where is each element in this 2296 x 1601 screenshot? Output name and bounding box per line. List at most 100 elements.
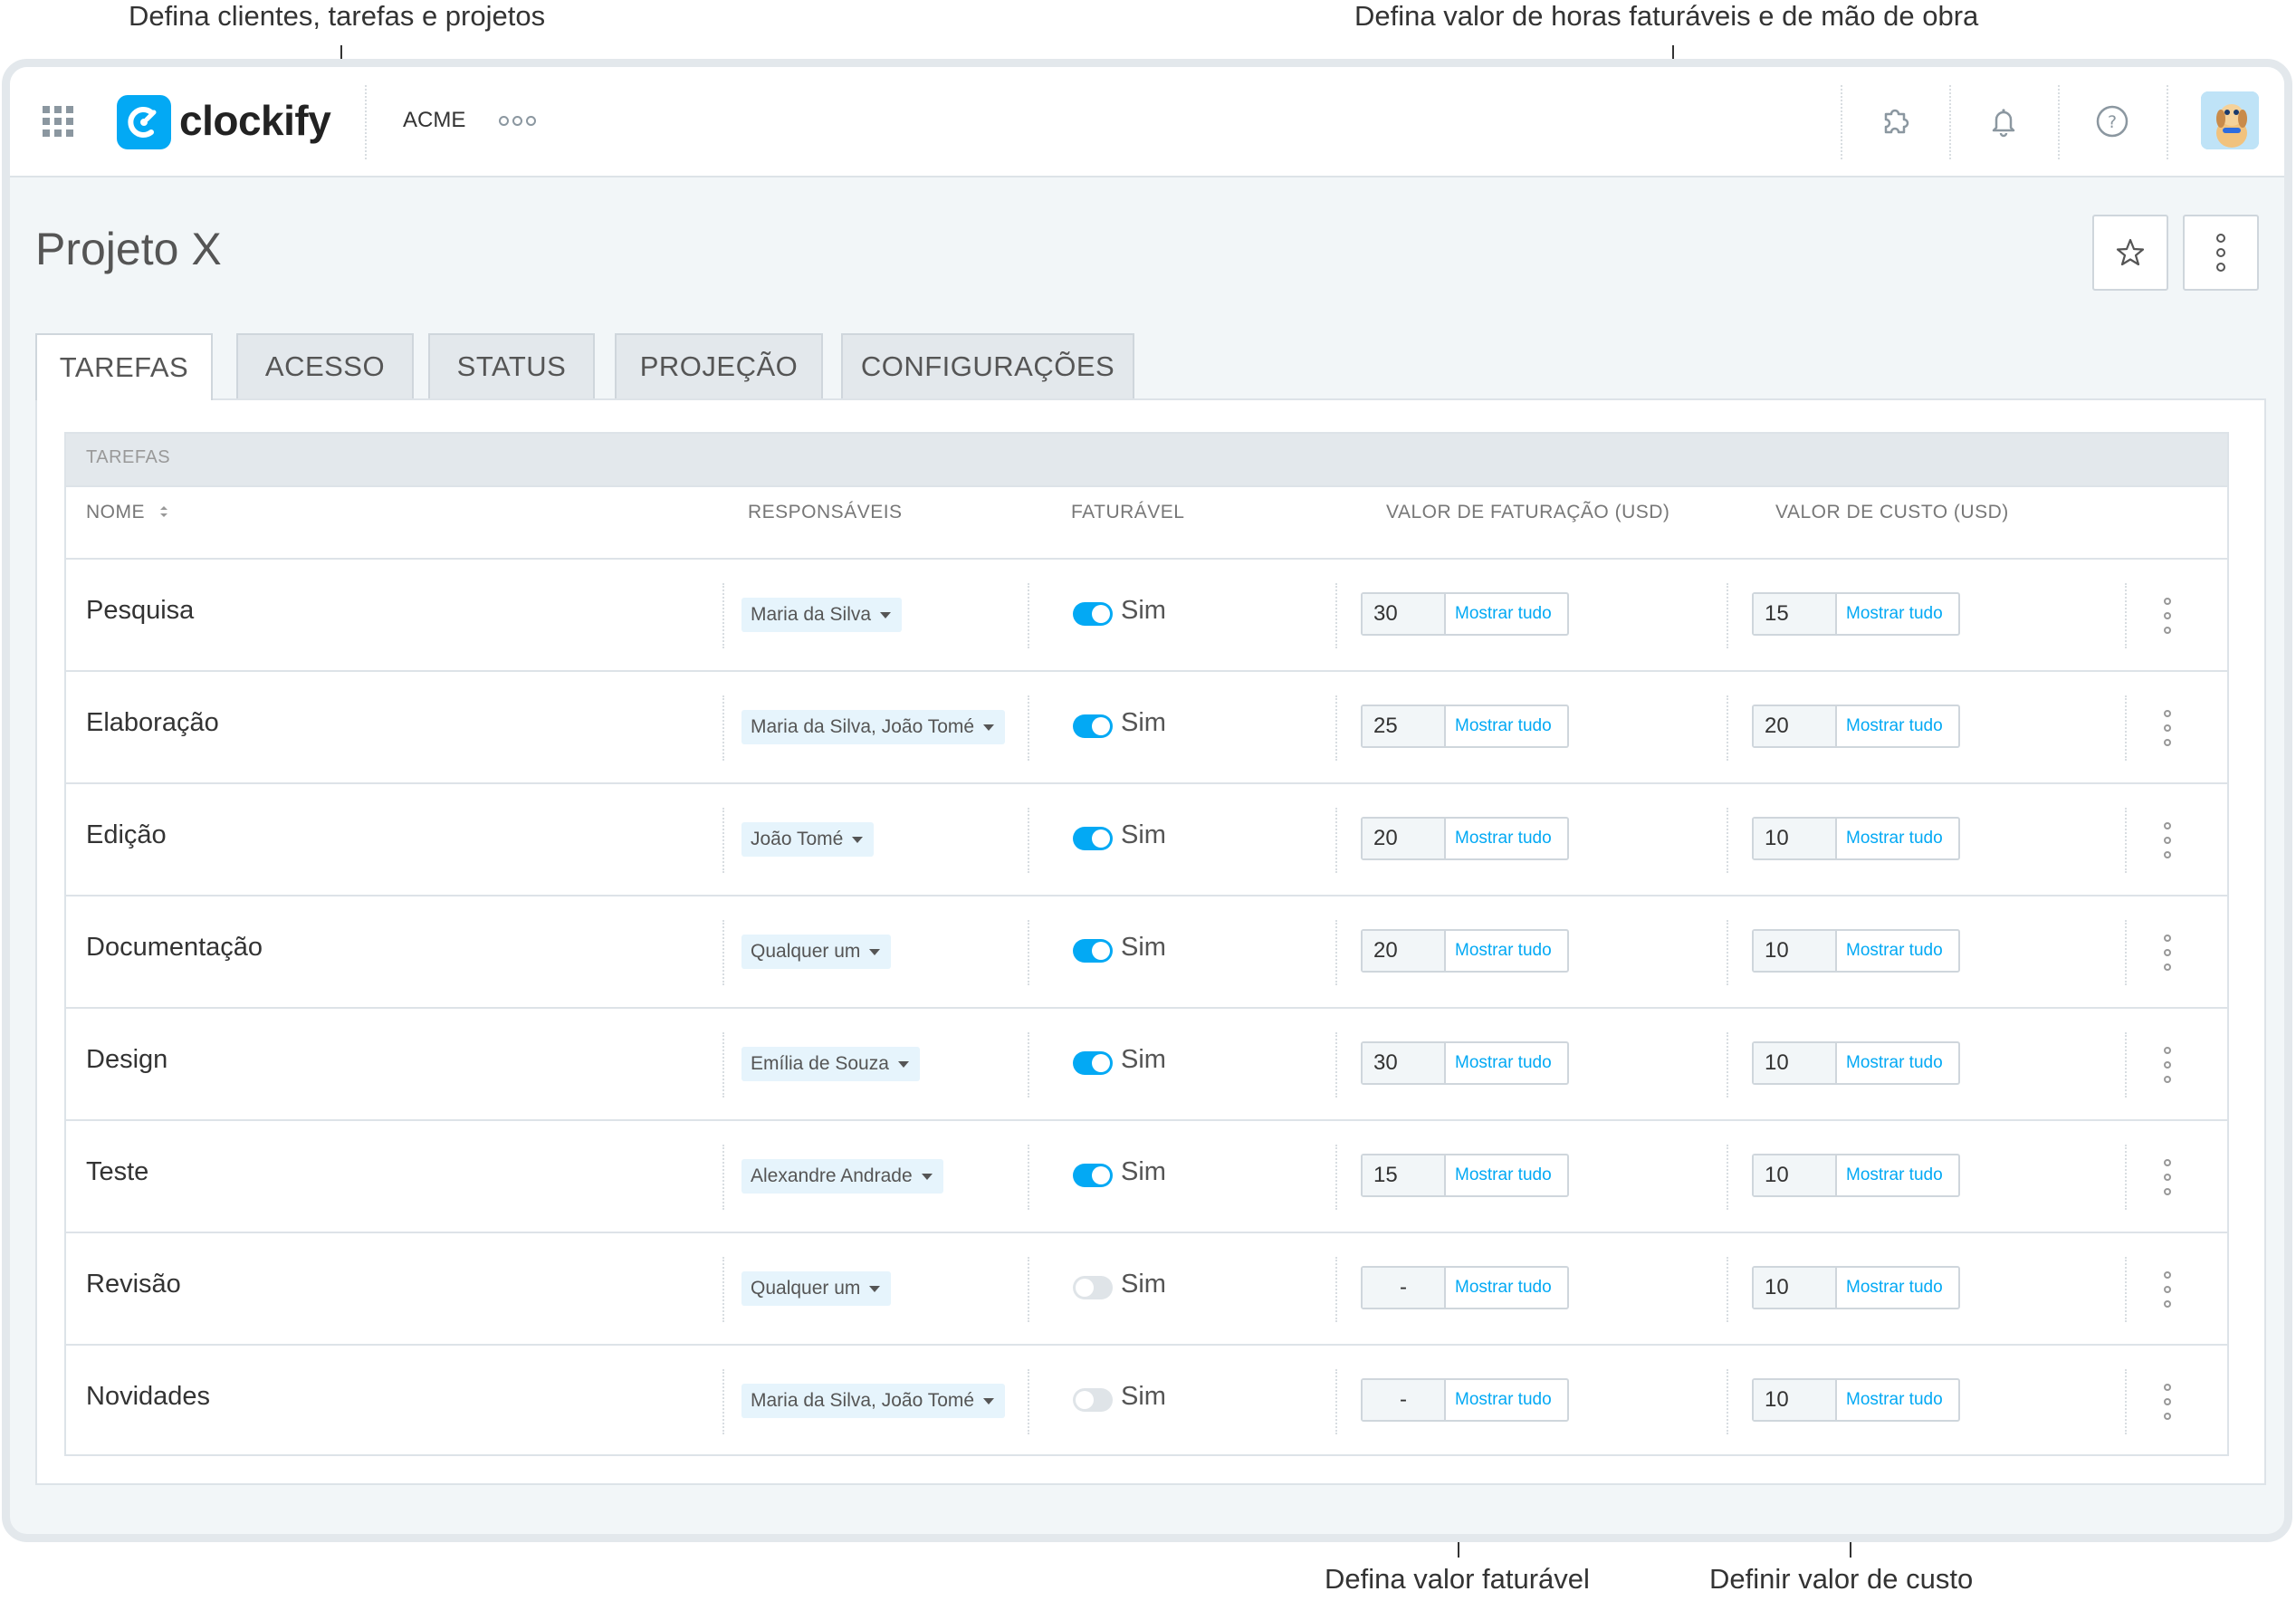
more-options-button[interactable] <box>2183 215 2259 291</box>
billable-toggle[interactable] <box>1073 939 1113 963</box>
assignee-dropdown[interactable]: Maria da Silva, João Tomé <box>741 710 1006 744</box>
tab-status[interactable]: STATUS <box>428 333 595 398</box>
billable-rate-value[interactable]: 20 <box>1363 931 1446 971</box>
cost-rate-field[interactable]: 20 Mostrar tudo <box>1752 705 1960 748</box>
billable-rate-field[interactable]: 20 Mostrar tudo <box>1361 817 1569 860</box>
workspace-name[interactable]: ACME <box>403 108 465 133</box>
billable-rate-field[interactable]: 15 Mostrar tudo <box>1361 1154 1569 1197</box>
cost-rate-value[interactable]: 10 <box>1754 931 1837 971</box>
cost-rate-field[interactable]: 10 Mostrar tudo <box>1752 929 1960 973</box>
billable-toggle[interactable] <box>1073 602 1113 626</box>
show-all-link[interactable]: Mostrar tudo <box>1446 1043 1567 1083</box>
row-menu-icon[interactable] <box>2161 710 2174 746</box>
assignee-dropdown[interactable]: Maria da Silva <box>741 598 903 632</box>
assignee-dropdown[interactable]: Qualquer um <box>741 1271 892 1306</box>
show-all-link[interactable]: Mostrar tudo <box>1837 594 1958 634</box>
apps-grid-icon[interactable] <box>43 106 73 137</box>
billable-rate-value[interactable]: - <box>1363 1380 1446 1420</box>
cost-rate-value[interactable]: 10 <box>1754 1268 1837 1308</box>
show-all-link[interactable]: Mostrar tudo <box>1837 1043 1958 1083</box>
billable-rate-field[interactable]: 25 Mostrar tudo <box>1361 705 1569 748</box>
billable-rate-value[interactable]: 30 <box>1363 594 1446 634</box>
show-all-link[interactable]: Mostrar tudo <box>1446 1380 1567 1420</box>
help-icon[interactable]: ? <box>2094 103 2130 139</box>
billable-toggle[interactable] <box>1073 1164 1113 1187</box>
billable-toggle[interactable] <box>1073 1051 1113 1075</box>
assignee-dropdown[interactable]: Qualquer um <box>741 935 892 969</box>
cost-rate-value[interactable]: 10 <box>1754 1155 1837 1195</box>
billable-label: Sim <box>1121 1157 1166 1186</box>
table-section-header: TAREFAS <box>66 434 2227 487</box>
billable-rate-value[interactable]: 15 <box>1363 1155 1446 1195</box>
billable-rate-field[interactable]: 20 Mostrar tudo <box>1361 929 1569 973</box>
integrations-icon[interactable] <box>1877 103 1913 139</box>
show-all-link[interactable]: Mostrar tudo <box>1837 1155 1958 1195</box>
billable-rate-field[interactable]: 30 Mostrar tudo <box>1361 592 1569 636</box>
billable-rate-value[interactable]: - <box>1363 1268 1446 1308</box>
task-name[interactable]: Elaboração <box>86 708 219 738</box>
billable-toggle[interactable] <box>1073 1388 1113 1412</box>
cost-rate-value[interactable]: 20 <box>1754 706 1837 746</box>
assignee-dropdown[interactable]: Emília de Souza <box>741 1047 920 1081</box>
row-menu-icon[interactable] <box>2161 1159 2174 1195</box>
tab-acesso[interactable]: ACESSO <box>236 333 414 398</box>
task-name[interactable]: Novidades <box>86 1382 210 1412</box>
workspace-more-icon[interactable] <box>499 116 536 126</box>
show-all-link[interactable]: Mostrar tudo <box>1446 706 1567 746</box>
cost-rate-field[interactable]: 15 Mostrar tudo <box>1752 592 1960 636</box>
show-all-link[interactable]: Mostrar tudo <box>1837 931 1958 971</box>
assignee-dropdown[interactable]: Alexandre Andrade <box>741 1159 943 1194</box>
assignee-dropdown[interactable]: Maria da Silva, João Tomé <box>741 1384 1006 1418</box>
billable-rate-value[interactable]: 30 <box>1363 1043 1446 1083</box>
tasks-table: TAREFAS NOME RESPONSÁVEIS FATURÁVEL VALO… <box>64 432 2229 1456</box>
favorite-button[interactable] <box>2092 215 2168 291</box>
show-all-link[interactable]: Mostrar tudo <box>1837 819 1958 858</box>
bell-icon[interactable] <box>1985 103 2022 139</box>
row-menu-icon[interactable] <box>2161 1047 2174 1083</box>
show-all-link[interactable]: Mostrar tudo <box>1446 931 1567 971</box>
task-name[interactable]: Pesquisa <box>86 596 194 626</box>
tab-tarefas[interactable]: TAREFAS <box>35 333 213 400</box>
billable-rate-value[interactable]: 20 <box>1363 819 1446 858</box>
billable-toggle[interactable] <box>1073 1276 1113 1299</box>
show-all-link[interactable]: Mostrar tudo <box>1837 1268 1958 1308</box>
show-all-link[interactable]: Mostrar tudo <box>1446 1268 1567 1308</box>
cost-rate-value[interactable]: 10 <box>1754 1380 1837 1420</box>
row-menu-icon[interactable] <box>2161 822 2174 858</box>
task-name[interactable]: Revisão <box>86 1270 181 1299</box>
cost-rate-value[interactable]: 10 <box>1754 819 1837 858</box>
show-all-link[interactable]: Mostrar tudo <box>1446 594 1567 634</box>
show-all-link[interactable]: Mostrar tudo <box>1837 706 1958 746</box>
row-menu-icon[interactable] <box>2161 1271 2174 1308</box>
tab-projecao[interactable]: PROJEÇÃO <box>615 333 823 398</box>
clockify-logo-icon[interactable] <box>117 95 171 149</box>
tab-configuracoes[interactable]: CONFIGURAÇÕES <box>841 333 1134 398</box>
row-menu-icon[interactable] <box>2161 935 2174 971</box>
show-all-link[interactable]: Mostrar tudo <box>1446 819 1567 858</box>
assignee-dropdown[interactable]: João Tomé <box>741 822 875 857</box>
task-name[interactable]: Design <box>86 1045 167 1075</box>
divider <box>2125 1369 2127 1434</box>
show-all-link[interactable]: Mostrar tudo <box>1446 1155 1567 1195</box>
task-name[interactable]: Documentação <box>86 933 263 963</box>
cost-rate-field[interactable]: 10 Mostrar tudo <box>1752 1378 1960 1422</box>
cost-rate-value[interactable]: 15 <box>1754 594 1837 634</box>
show-all-link[interactable]: Mostrar tudo <box>1837 1380 1958 1420</box>
billable-rate-value[interactable]: 25 <box>1363 706 1446 746</box>
billable-toggle[interactable] <box>1073 827 1113 850</box>
task-name[interactable]: Teste <box>86 1157 148 1187</box>
cost-rate-field[interactable]: 10 Mostrar tudo <box>1752 817 1960 860</box>
cost-rate-field[interactable]: 10 Mostrar tudo <box>1752 1154 1960 1197</box>
cost-rate-value[interactable]: 10 <box>1754 1043 1837 1083</box>
cost-rate-field[interactable]: 10 Mostrar tudo <box>1752 1041 1960 1085</box>
task-name[interactable]: Edição <box>86 820 167 850</box>
billable-rate-field[interactable]: 30 Mostrar tudo <box>1361 1041 1569 1085</box>
column-header-name[interactable]: NOME <box>86 502 170 523</box>
billable-toggle[interactable] <box>1073 714 1113 738</box>
row-menu-icon[interactable] <box>2161 1384 2174 1420</box>
cost-rate-field[interactable]: 10 Mostrar tudo <box>1752 1266 1960 1309</box>
user-avatar[interactable] <box>2201 91 2259 149</box>
billable-rate-field[interactable]: - Mostrar tudo <box>1361 1266 1569 1309</box>
row-menu-icon[interactable] <box>2161 598 2174 634</box>
billable-rate-field[interactable]: - Mostrar tudo <box>1361 1378 1569 1422</box>
